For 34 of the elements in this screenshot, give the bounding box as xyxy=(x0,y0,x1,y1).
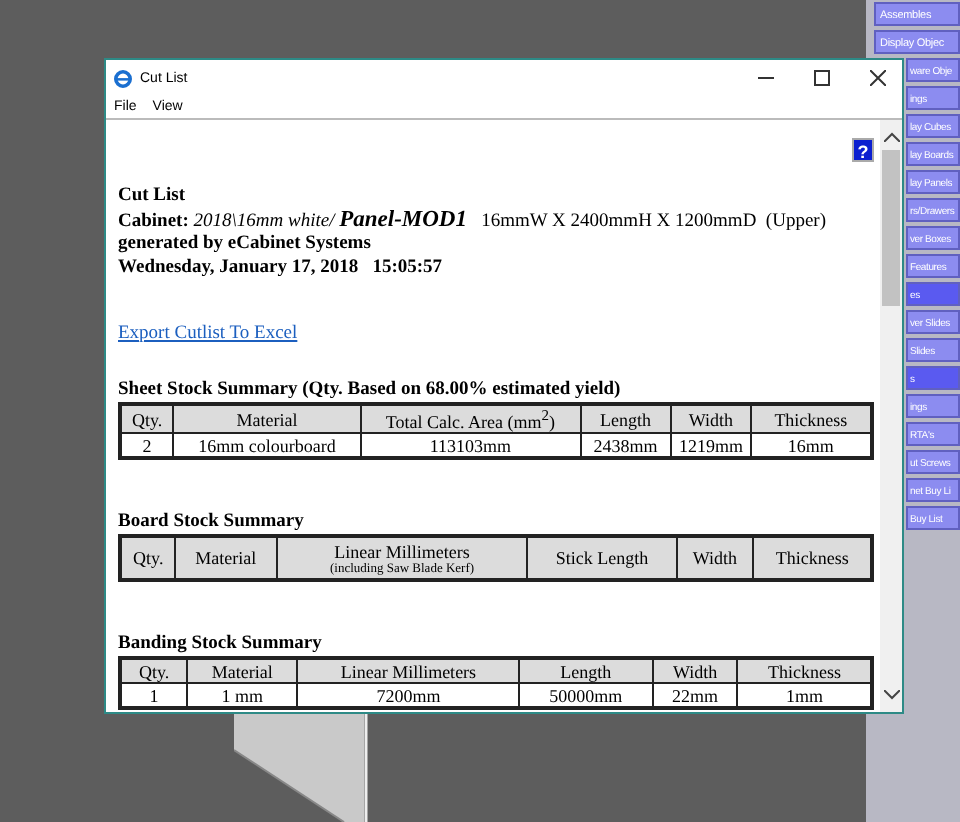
column-header: Thickness xyxy=(737,658,872,683)
close-icon xyxy=(870,70,886,86)
section-heading: Sheet Stock Summary (Qty. Based on 68.00% estimated yield) xyxy=(118,380,623,402)
maximize-icon xyxy=(814,70,830,86)
scrollbar-thumb[interactable] xyxy=(882,150,900,306)
generator-text: generated by eCabinet Systems xyxy=(118,234,373,257)
column-header: Total Calc. Area (mm$^{2}$) xyxy=(360,404,581,433)
scrollbar[interactable] xyxy=(880,120,902,712)
cabinet-drawing xyxy=(234,714,370,822)
column-header: Material xyxy=(173,404,361,433)
help-button[interactable]: ? xyxy=(852,138,874,162)
column-header: Qty. xyxy=(120,404,174,433)
export-link[interactable]: Export Cutlist To Excel xyxy=(118,322,298,346)
section-heading: Board Stock Summary xyxy=(118,512,306,534)
column-header: Thickness xyxy=(750,404,872,433)
column-header: Width xyxy=(652,658,738,683)
browser-icon xyxy=(114,69,132,87)
column-header: Length xyxy=(580,404,672,433)
scroll-down-icon[interactable] xyxy=(883,690,899,700)
column-header: Material xyxy=(187,658,298,683)
report-date: Wednesday, January 17, 2018 15:05:57 xyxy=(118,257,445,280)
column-header: Material xyxy=(175,536,277,580)
column-header: Width xyxy=(676,536,754,580)
report-title: Cut List xyxy=(118,186,188,209)
column-header: Qty. xyxy=(120,536,176,580)
scroll-up-icon[interactable] xyxy=(883,132,899,142)
column-header: Qty. xyxy=(120,658,188,683)
column-header: Linear Millimeters xyxy=(297,658,520,683)
column-header: Width xyxy=(671,404,751,433)
column-header: Thickness xyxy=(753,536,872,580)
section-heading: Banding Stock Summary xyxy=(118,634,324,656)
column-header: Stick Length xyxy=(527,536,677,580)
column-header: Length xyxy=(519,658,653,683)
cabinet-info: Cabinet: 2018\16mm white/ Panel-MOD1 16mmW X 2400mmH X 1200mmD (Upper) xyxy=(118,209,829,234)
